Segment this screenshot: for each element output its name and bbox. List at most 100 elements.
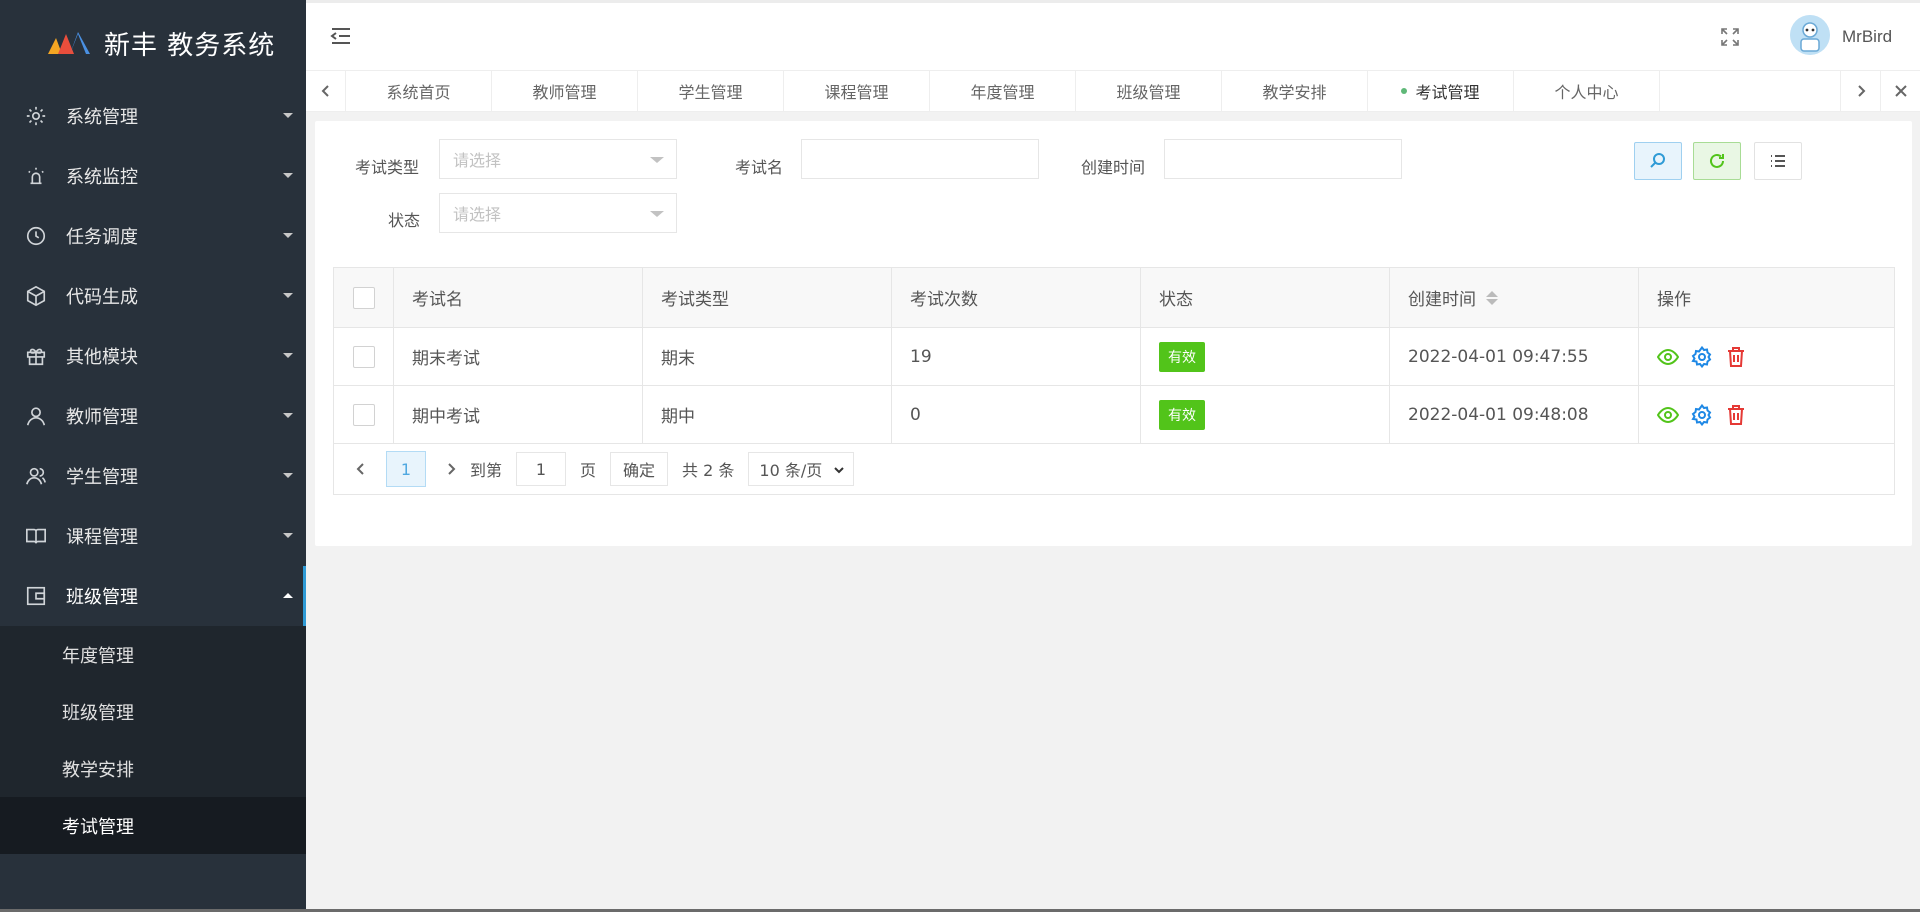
cube-icon xyxy=(24,284,48,308)
cell-actions xyxy=(1639,328,1894,385)
username[interactable]: MrBird xyxy=(1842,27,1892,47)
sidebar-item-schedule[interactable]: 任务调度 xyxy=(0,206,306,266)
tab-teaching[interactable]: 教学安排 xyxy=(1222,71,1368,111)
tab-label: 个人中心 xyxy=(1554,83,1619,102)
exam-table: 考试名 考试类型 考试次数 状态 创建时间 操作 期末考试 期末 19 有效 2… xyxy=(333,267,1895,495)
gift-icon xyxy=(24,344,48,368)
book-icon xyxy=(24,524,48,548)
collapse-menu-icon[interactable] xyxy=(330,25,352,47)
app-title: 新丰 教务系统 xyxy=(104,30,276,61)
caret-down-icon xyxy=(283,113,293,118)
tab-list: 系统首页 教师管理 学生管理 课程管理 年度管理 班级管理 教学安排 考试管理 … xyxy=(346,71,1840,111)
list-icon xyxy=(1771,155,1785,167)
cell-actions xyxy=(1639,386,1894,443)
header-label: 创建时间 xyxy=(1408,290,1476,310)
submenu-item-exam[interactable]: 考试管理 xyxy=(0,797,306,854)
clock-icon xyxy=(24,224,48,248)
current-page[interactable]: 1 xyxy=(386,451,426,487)
created-time-label: 创建时间 xyxy=(1081,158,1146,177)
caret-down-icon xyxy=(650,211,664,217)
delete-icon[interactable] xyxy=(1725,346,1747,368)
caret-down-icon xyxy=(650,157,664,163)
submenu-item-teaching[interactable]: 教学安排 xyxy=(0,740,306,797)
chevron-left-icon xyxy=(321,85,329,97)
caret-up-icon xyxy=(283,593,293,598)
tab-scroll-left-button[interactable] xyxy=(306,71,346,111)
avatar[interactable] xyxy=(1790,15,1830,55)
delete-icon[interactable] xyxy=(1725,404,1747,426)
tab-bar: 系统首页 教师管理 学生管理 课程管理 年度管理 班级管理 教学安排 考试管理 … xyxy=(306,70,1920,112)
class-submenu: 年度管理 班级管理 教学安排 考试管理 xyxy=(0,626,306,854)
sidebar-item-student[interactable]: 学生管理 xyxy=(0,446,306,506)
row-checkbox[interactable] xyxy=(352,403,375,426)
sidebar-item-codegen[interactable]: 代码生成 xyxy=(0,266,306,326)
view-icon[interactable] xyxy=(1656,346,1680,368)
view-icon[interactable] xyxy=(1656,404,1680,426)
tab-class[interactable]: 班级管理 xyxy=(1076,71,1222,111)
tab-home[interactable]: 系统首页 xyxy=(346,71,492,111)
tab-label: 系统首页 xyxy=(386,83,451,102)
header-checkbox-cell xyxy=(334,268,394,327)
tab-scroll-right-button[interactable] xyxy=(1840,71,1880,111)
sidebar-item-monitor[interactable]: 系统监控 xyxy=(0,146,306,206)
sidebar-item-label: 系统监控 xyxy=(66,167,138,188)
goto-label: 到第 xyxy=(470,461,503,480)
exam-type-select[interactable]: 请选择 xyxy=(439,139,677,179)
confirm-page-button[interactable]: 确定 xyxy=(610,452,669,486)
tab-close-button[interactable] xyxy=(1880,71,1920,111)
exam-name-input[interactable] xyxy=(801,139,1039,179)
caret-down-icon xyxy=(283,413,293,418)
fullscreen-icon[interactable] xyxy=(1720,27,1740,47)
header-cell: 操作 xyxy=(1657,290,1691,310)
reset-button[interactable] xyxy=(1693,142,1741,180)
tab-exam[interactable]: 考试管理 xyxy=(1368,71,1514,111)
row-checkbox[interactable] xyxy=(352,345,375,368)
page-size-value: 10 条/页 xyxy=(759,461,823,480)
submenu-item-year[interactable]: 年度管理 xyxy=(0,626,306,683)
page-number-input[interactable]: 1 xyxy=(516,452,567,486)
more-options-button[interactable] xyxy=(1754,142,1802,180)
tab-label: 学生管理 xyxy=(678,83,743,102)
close-icon xyxy=(1894,85,1907,97)
sidebar-item-other[interactable]: 其他模块 xyxy=(0,326,306,386)
search-button[interactable] xyxy=(1634,142,1682,180)
app-logo[interactable]: 新丰 教务系统 xyxy=(0,0,306,86)
main-card: 考试类型 请选择 考试名 创建时间 状态 请选择 考试名 考试类型 考试次数 状… xyxy=(315,121,1912,546)
cell-status: 有效 xyxy=(1141,328,1390,385)
exam-type-label: 考试类型 xyxy=(355,158,420,177)
submenu-item-class[interactable]: 班级管理 xyxy=(0,683,306,740)
sidebar-item-class[interactable]: 班级管理 xyxy=(0,566,306,626)
header-cell-sortable[interactable]: 创建时间 xyxy=(1390,268,1639,327)
settings-icon[interactable] xyxy=(1691,345,1713,368)
sidebar-item-system[interactable]: 系统管理 xyxy=(0,86,306,146)
tab-label: 考试管理 xyxy=(1415,83,1480,102)
sort-icon[interactable] xyxy=(1486,290,1498,305)
tab-teacher[interactable]: 教师管理 xyxy=(492,71,638,111)
header-cell: 考试次数 xyxy=(892,268,1141,327)
tab-student[interactable]: 学生管理 xyxy=(638,71,784,111)
cell-exam-type: 期末 xyxy=(643,328,892,385)
tab-course[interactable]: 课程管理 xyxy=(784,71,930,111)
settings-icon[interactable] xyxy=(1691,403,1713,426)
wallet-icon xyxy=(24,584,48,608)
cell-created-time: 2022-04-01 09:47:55 xyxy=(1390,328,1639,385)
page-unit-label: 页 xyxy=(580,461,597,480)
status-select[interactable]: 请选择 xyxy=(439,193,677,233)
sidebar-item-label: 班级管理 xyxy=(66,587,138,608)
header-cell: 考试类型 xyxy=(643,268,892,327)
sidebar-item-course[interactable]: 课程管理 xyxy=(0,506,306,566)
tab-year[interactable]: 年度管理 xyxy=(930,71,1076,111)
select-all-checkbox[interactable] xyxy=(352,286,375,309)
sidebar-item-teacher[interactable]: 教师管理 xyxy=(0,386,306,446)
page-size-select[interactable]: 10 条/页 xyxy=(748,452,855,486)
select-placeholder: 请选择 xyxy=(453,151,502,170)
cell-exam-name: 期中考试 xyxy=(394,386,643,443)
chevron-right-icon xyxy=(1857,85,1865,97)
next-page-button[interactable] xyxy=(440,458,462,480)
table-row: 期中考试 期中 0 有效 2022-04-01 09:48:08 xyxy=(334,386,1894,444)
created-time-input[interactable] xyxy=(1164,139,1402,179)
sidebar-item-label: 代码生成 xyxy=(66,287,138,308)
users-icon xyxy=(24,464,48,488)
tab-profile[interactable]: 个人中心 xyxy=(1514,71,1660,111)
prev-page-button[interactable] xyxy=(350,458,372,480)
